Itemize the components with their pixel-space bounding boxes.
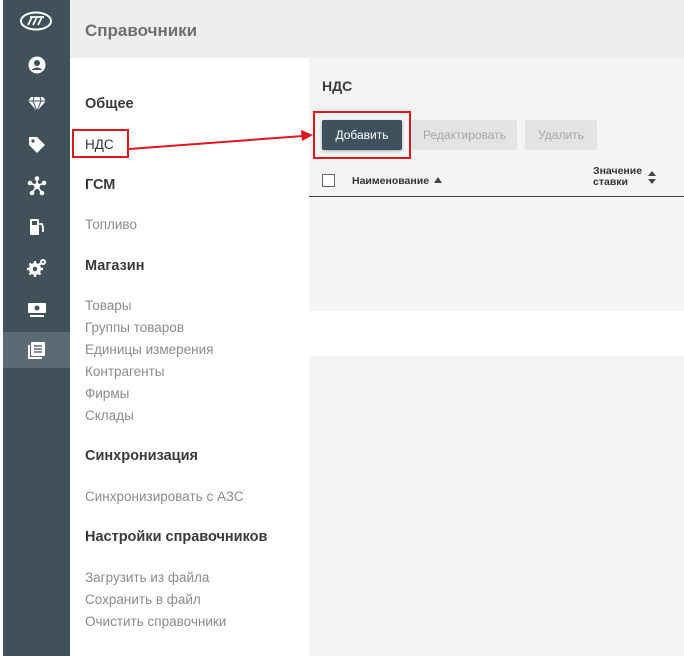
menu-item-load-file[interactable]: Загрузить из файла xyxy=(85,570,209,585)
edit-button[interactable]: Редактировать xyxy=(412,120,517,150)
menu-item-clear[interactable]: Очистить справочники xyxy=(85,614,226,629)
app-rail xyxy=(3,0,70,656)
table-header: Наименование Значение ставки xyxy=(309,162,684,197)
annotation-box-vat xyxy=(72,129,129,158)
rail-item-cash[interactable] xyxy=(3,292,70,328)
menu-item-sync-azs[interactable]: Синхронизировать с АЗС xyxy=(85,489,244,504)
menu-item-warehouses[interactable]: Склады xyxy=(85,408,134,423)
cash-icon xyxy=(27,303,46,317)
annotation-box-add xyxy=(313,111,411,159)
page-title: Справочники xyxy=(85,21,198,40)
column-header-rate[interactable]: Значение ставки xyxy=(593,166,649,188)
table-empty-row xyxy=(309,311,684,356)
rail-item-tag[interactable] xyxy=(3,127,70,163)
logo-icon[interactable] xyxy=(19,10,53,32)
user-icon xyxy=(28,56,45,74)
menu-item-goods[interactable]: Товары xyxy=(85,298,131,313)
rail-item-user[interactable] xyxy=(3,47,70,83)
column-header-name[interactable]: Наименование xyxy=(352,175,429,187)
menu-section-settings: Настройки справочников xyxy=(85,529,268,545)
header-bar: Справочники xyxy=(70,0,684,58)
fuel-pump-icon xyxy=(29,219,44,235)
content-title: НДС xyxy=(322,78,353,94)
rail-item-directories[interactable] xyxy=(3,332,70,368)
sort-toggle-icon[interactable] xyxy=(648,171,656,184)
column-header-rate-line2: ставки xyxy=(593,176,628,188)
menu-section-general: Общее xyxy=(85,96,134,112)
menu-item-counterparties[interactable]: Контрагенты xyxy=(85,364,165,379)
diamond-icon xyxy=(27,96,46,112)
rail-item-fuel[interactable] xyxy=(3,209,70,245)
sort-asc-icon[interactable] xyxy=(434,177,442,183)
tag-icon xyxy=(28,137,45,153)
menu-item-save-file[interactable]: Сохранить в файл xyxy=(85,592,201,607)
menu-section-sync: Синхронизация xyxy=(85,448,198,464)
menu-item-units[interactable]: Единицы измерения xyxy=(85,342,213,357)
menu-section-fuel: ГСМ xyxy=(85,177,116,193)
menu-item-goods-groups[interactable]: Группы товаров xyxy=(85,320,184,335)
delete-button[interactable]: Удалить xyxy=(525,120,597,150)
book-icon xyxy=(27,342,45,359)
rail-item-network[interactable] xyxy=(3,168,70,204)
rail-item-diamond[interactable] xyxy=(3,86,70,122)
network-icon xyxy=(27,176,46,196)
menu-item-fuel[interactable]: Топливо xyxy=(85,217,137,232)
gears-icon xyxy=(26,259,46,277)
select-all-checkbox[interactable] xyxy=(322,174,335,187)
menu-section-shop: Магазин xyxy=(85,258,145,274)
rail-item-settings[interactable] xyxy=(3,250,70,286)
menu-item-firms[interactable]: Фирмы xyxy=(85,386,129,401)
